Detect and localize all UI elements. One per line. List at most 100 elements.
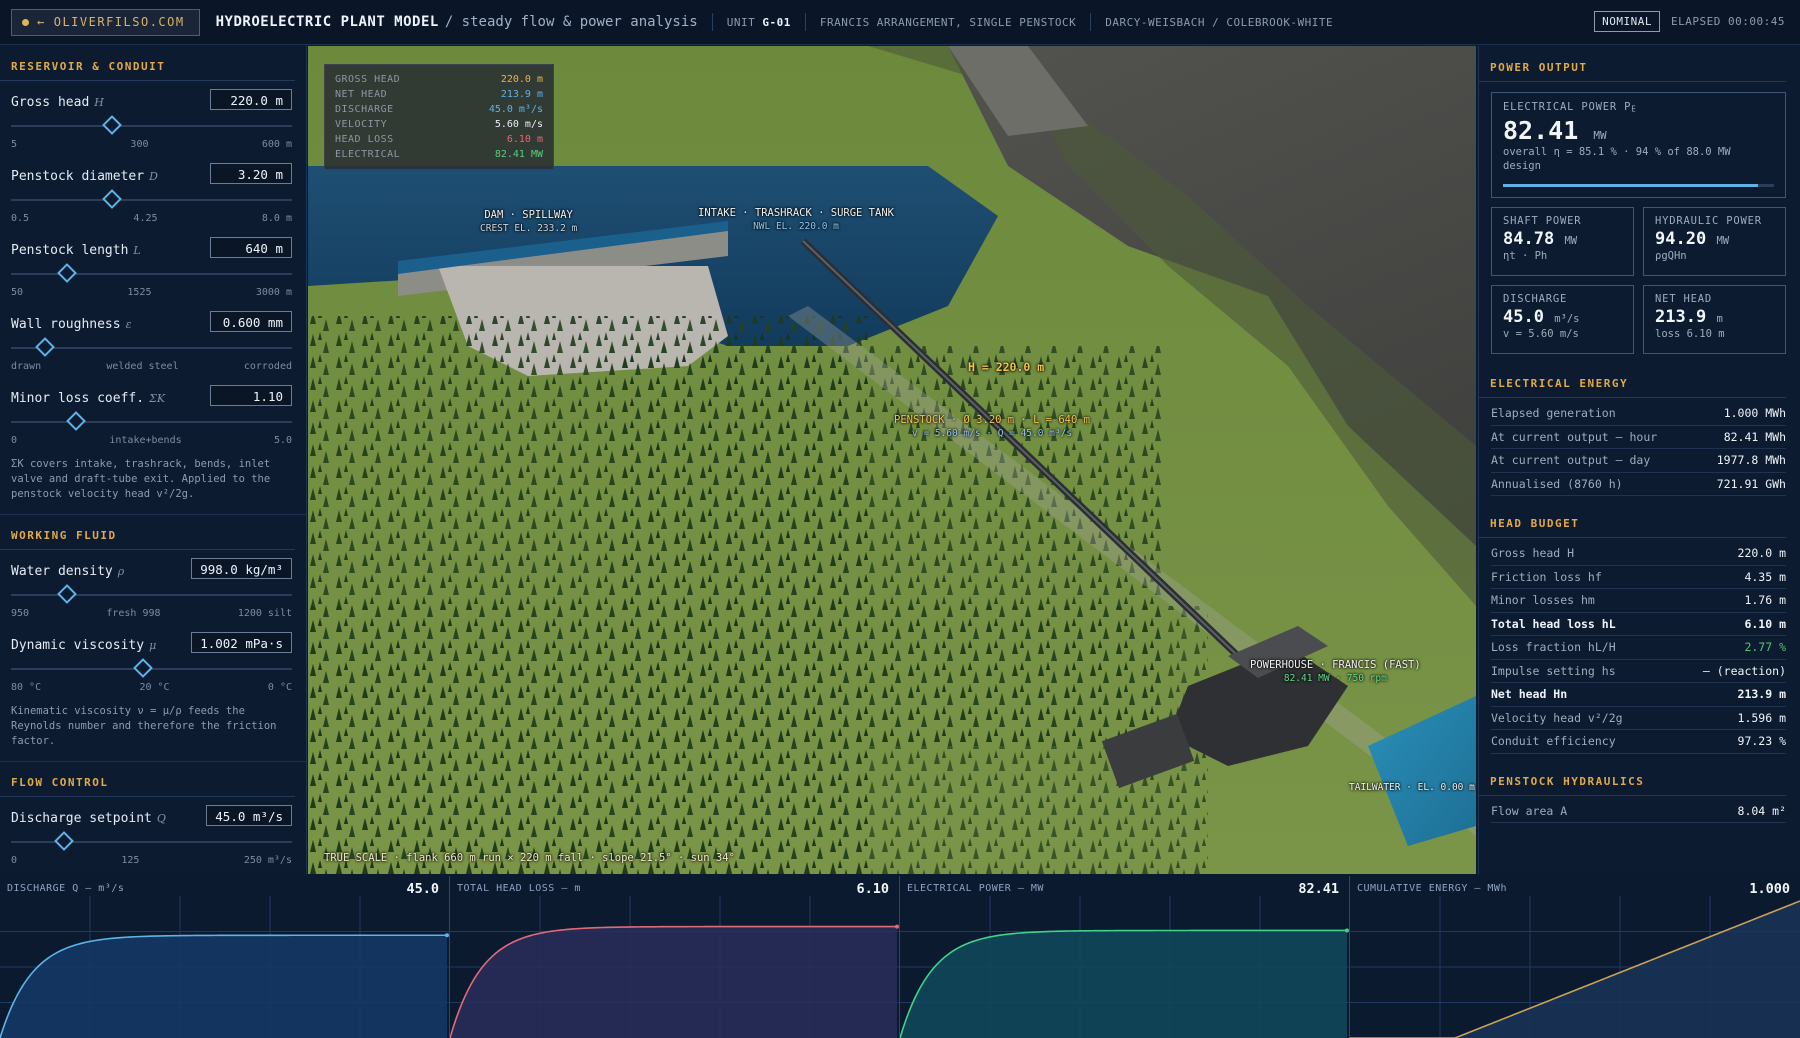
scale-tick: drawn [11,361,42,372]
control-water-density: Water density ρ 998.0 kg/m³ 950 fresh 998 120… [0,550,306,624]
status-badge: NOMINAL [1594,11,1660,32]
method-label: DARCY-WEISBACH / COLEBROOK-WHITE [1105,15,1334,29]
minor-loss-coeff-input[interactable]: 1.10 [210,385,292,406]
scale-tick: welded steel [106,361,179,372]
hud-value: 45.0 m³/s [488,104,543,115]
3d-viewport[interactable]: GROSS HEAD 220.0 m NET HEAD 213.9 m DISCHARG… [308,46,1476,874]
penstock-length-input[interactable]: 640 m [210,237,292,258]
electrical-power-value: 82.41 MW [1503,115,1607,145]
back-arrow-icon: ← [37,15,46,29]
status-dot-icon [22,18,29,26]
row-label: Gross head H [1491,546,1575,561]
water-density-input[interactable]: 998.0 kg/m³ [191,558,292,579]
scale-tick: 1525 [127,287,152,298]
brand-back-button[interactable]: ← OLIVERFILSO.COM [11,8,200,36]
control-gross-head: Gross head H 220.0 m 5 300 600 m [0,81,306,155]
slider-thumb-icon[interactable] [57,263,78,283]
hud-value: 6.10 m [506,134,543,145]
penstock-length-slider[interactable] [11,263,292,283]
scale-tick: 80 °C [11,682,42,693]
divider [711,13,713,31]
wall-roughness-input[interactable]: 0.600 mm [210,311,292,332]
hud-key: ELECTRICAL [335,149,401,160]
scale-tick: 3000 m [255,287,292,298]
penstock-length-scale: 50 1525 3000 m [11,287,292,298]
unit-indicator: UNIT G-01 [726,15,791,29]
minor-loss-coeff-scale: 0 intake+bends 5.0 [11,435,292,446]
data-row: Conduit efficiency 97.23 % [1491,730,1786,754]
fluid-controls: Water density ρ 998.0 kg/m³ 950 fresh 998 120… [0,550,306,698]
water-density-slider[interactable] [11,584,292,604]
app-title: HYDROELECTRIC PLANT MODEL [215,14,439,30]
slider-thumb-icon[interactable] [54,831,75,851]
row-label: Conduit efficiency [1491,734,1616,749]
scale-note: TRUE SCALE · flank 660 m run × 220 m fal… [324,852,735,864]
water-density-label: Water density ρ [11,564,125,579]
wall-roughness-slider[interactable] [11,337,292,357]
penstock-diameter-input[interactable]: 3.20 m [210,163,292,184]
dynamic-viscosity-slider[interactable] [11,658,292,678]
app-subtitle: / steady flow & power analysis [444,14,698,30]
control-penstock-diameter: Penstock diameter D 3.20 m 0.5 4.25 8.0 m [0,155,306,229]
hud-value: 82.41 MW [494,149,543,160]
slider-thumb-icon[interactable] [65,411,86,431]
row-value: 213.9 m [1737,687,1786,702]
gross-head-input[interactable]: 220.0 m [210,89,292,110]
arrangement-label: FRANCIS ARRANGEMENT, SINGLE PENSTOCK [819,15,1077,29]
minor-loss-coeff-slider[interactable] [11,411,292,431]
data-row: Flow area A 8.04 m² [1491,800,1786,823]
slider-thumb-icon[interactable] [57,584,78,604]
data-row: Friction loss hf 4.35 m [1491,566,1786,589]
discharge-setpoint-slider[interactable] [11,831,292,851]
tailwater-label: TAILWATER · EL. 0.00 m [1349,782,1475,793]
top-bar: ← OLIVERFILSO.COM HYDROELECTRIC PLANT MO… [0,0,1800,45]
penstock-diameter-label: Penstock diameter D [11,169,158,184]
row-label: Friction loss hf [1491,569,1602,584]
penstock-diameter-slider[interactable] [11,189,292,209]
data-row: Total head loss hL 6.10 m [1491,613,1786,636]
minor-loss-coeff-label: Minor loss coeff. ΣK [11,391,166,406]
scale-tick: 600 m [261,139,292,150]
chart-current-value: 82.41 [1298,881,1339,897]
hud-value: 5.60 m/s [494,119,543,130]
row-value: 721.91 GWh [1716,476,1786,491]
scale-tick: 0 [11,855,18,866]
slider-thumb-icon[interactable] [133,658,153,678]
chart-panel: DISCHARGE Q — m³/s 45.0 [0,876,450,1038]
section-title-reservoir: RESERVOIR & CONDUIT [0,46,295,81]
scale-tick: 0.5 [11,213,30,224]
data-row: Velocity head v²/2g 1.596 m [1491,707,1786,730]
hud-value: 220.0 m [500,74,543,85]
penstock-list: Flow area A 8.04 m² [1479,800,1800,823]
slider-thumb-icon[interactable] [34,337,55,357]
scale-tick: fresh 998 [106,608,161,619]
section-title-power: POWER OUTPUT [1479,46,1786,82]
viscosity-note: Kinematic viscosity ν = μ/ρ feeds the Re… [0,698,306,762]
penstock-diameter-scale: 0.5 4.25 8.0 m [11,213,292,224]
brand-label: OLIVERFILSO.COM [53,15,185,29]
dynamic-viscosity-scale: 80 °C 20 °C 0 °C [11,682,292,693]
dynamic-viscosity-input[interactable]: 1.002 mPa·s [191,632,292,653]
section-title-energy: ELECTRICAL ENERGY [1479,362,1786,398]
scale-tick: 20 °C [139,682,170,693]
scale-tick: 0 °C [267,682,292,693]
data-row: Impulse setting hs — (reaction) [1491,660,1786,683]
row-label: Minor losses hm [1491,593,1595,608]
parameters-panel: RESERVOIR & CONDUIT Gross head H 220.0 m 5 3… [0,46,307,874]
scale-tick: intake+bends [109,435,182,446]
gross-head-slider[interactable] [11,115,292,135]
row-value: 82.41 MWh [1723,429,1786,444]
hud-value: 213.9 m [500,89,543,100]
scale-tick: 5 [11,139,18,150]
wall-roughness-label: Wall roughness ε [11,317,132,332]
discharge-setpoint-input[interactable]: 45.0 m³/s [206,805,292,826]
control-penstock-length: Penstock length L 640 m 50 1525 3000 m [0,229,306,303]
shaft-power-card: SHAFT POWER 84.78 MW ηt · Ph [1491,207,1634,276]
data-row: At current output — hour 82.41 MWh [1491,426,1786,449]
flow-controls: Discharge setpoint Q 45.0 m³/s 0 125 250 m³/s [0,797,306,871]
slider-thumb-icon[interactable] [102,115,123,135]
scale-tick: 5.0 [273,435,292,446]
section-title-penstock: PENSTOCK HYDRAULICS [1479,760,1786,796]
slider-thumb-icon[interactable] [102,189,123,209]
row-value: 4.35 m [1744,569,1786,584]
